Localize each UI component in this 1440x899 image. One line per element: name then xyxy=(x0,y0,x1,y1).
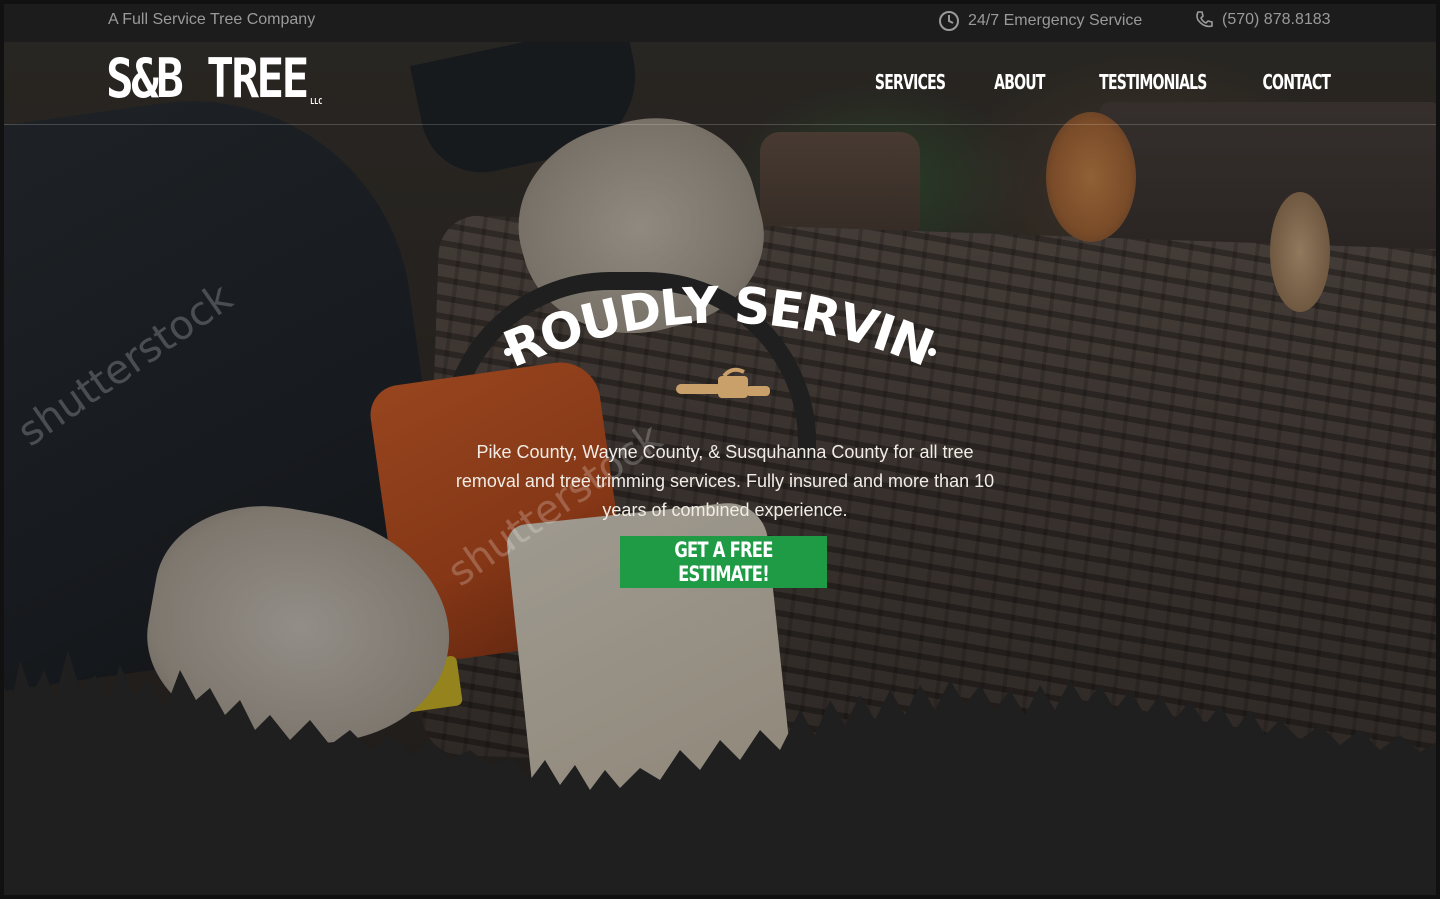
nav-services[interactable]: SERVICES xyxy=(874,70,945,94)
phone-text: (570) 878.8183 xyxy=(1222,11,1331,28)
tagline: A Full Service Tree Company xyxy=(108,11,316,28)
main-nav: SERVICES ABOUT TESTIMONIALS CONTACT xyxy=(865,70,1341,94)
free-estimate-button[interactable]: GET A FREE ESTIMATE! xyxy=(620,536,827,588)
nav-about[interactable]: ABOUT xyxy=(994,70,1045,94)
utility-bar: A Full Service Tree Company 24/7 Emergen… xyxy=(0,0,1440,42)
phone-link[interactable]: (570) 878.8183 xyxy=(1194,10,1331,30)
phone-icon xyxy=(1196,11,1213,28)
nav-divider xyxy=(0,124,1440,125)
nav-testimonials[interactable]: TESTIMONIALS xyxy=(1099,70,1207,94)
nav-contact[interactable]: CONTACT xyxy=(1263,70,1331,94)
emergency-text: 24/7 Emergency Service xyxy=(968,12,1143,29)
emergency-service: 24/7 Emergency Service xyxy=(938,10,1142,32)
clock-icon xyxy=(939,11,959,31)
cta-label: GET A FREE ESTIMATE! xyxy=(674,538,773,586)
tree-silhouette xyxy=(0,650,1440,840)
headline-arc: PROUDLY SERVING xyxy=(480,224,941,379)
hero-headline: PROUDLY SERVING xyxy=(0,224,1440,379)
logo-text: S&B TREE xyxy=(106,47,309,110)
hero-description: Pike County, Wayne County, & Susquhanna … xyxy=(455,442,995,520)
chainsaw-icon xyxy=(676,367,770,398)
site-logo[interactable]: S&B TREE LLC xyxy=(106,52,322,106)
logo-suffix: LLC xyxy=(310,97,323,106)
